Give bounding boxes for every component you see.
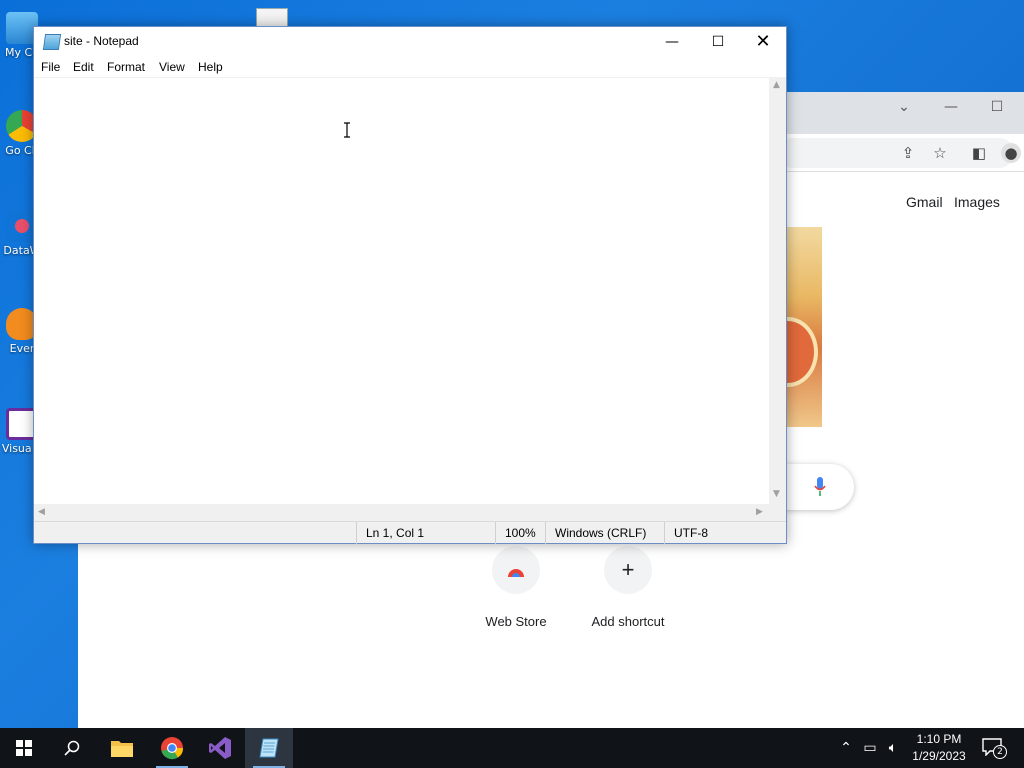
zoom-level: 100% (495, 522, 545, 544)
status-bar: Ln 1, Col 1 100% Windows (CRLF) UTF-8 (34, 521, 786, 544)
show-hidden-icons-icon[interactable]: ⌃ (836, 738, 856, 758)
document-icon[interactable] (256, 8, 288, 28)
shortcut-tile-web-store[interactable]: Web Store (461, 546, 571, 629)
google-search-box[interactable] (778, 464, 854, 510)
profile-icon[interactable]: ● (1001, 143, 1021, 163)
vertical-scrollbar[interactable]: ▲ ▼ (769, 77, 786, 504)
notepad-icon (42, 34, 62, 50)
window-title: site - Notepad (64, 34, 139, 48)
file-explorer-icon (111, 741, 133, 757)
notepad-icon (259, 738, 279, 758)
menu-view[interactable]: View (159, 60, 185, 74)
taskbar: ⌃ ▭ 🔈︎ 1:10 PM 1/29/2023 2 (0, 728, 1024, 768)
clock-time: 1:10 PM (916, 732, 962, 746)
maximize-button[interactable]: ☐ (695, 27, 741, 57)
volume-icon[interactable]: 🔈︎ (883, 738, 903, 758)
taskbar-notepad[interactable] (245, 728, 293, 768)
bookmark-star-icon[interactable]: ☆ (930, 143, 950, 163)
side-panel-icon[interactable]: ◧ (969, 143, 989, 163)
scroll-down-arrow-icon[interactable]: ▼ (773, 489, 780, 499)
menu-format[interactable]: Format (107, 60, 145, 74)
close-button[interactable]: ✕ (740, 27, 786, 57)
gmail-link[interactable]: Gmail (906, 194, 943, 210)
search-icon (64, 740, 80, 756)
menu-file[interactable]: File (41, 60, 60, 74)
text-cursor-icon (344, 122, 350, 138)
notification-count-badge: 2 (993, 745, 1007, 759)
chrome-minimize-button[interactable]: — (928, 92, 974, 122)
microphone-icon[interactable] (814, 477, 826, 497)
shortcut-label: Web Store (485, 614, 547, 629)
horizontal-scrollbar[interactable]: ◀ ▶ (34, 504, 769, 521)
clock-date: 1/29/2023 (912, 749, 966, 763)
taskbar-chrome[interactable] (148, 728, 196, 768)
taskbar-clock[interactable]: 1:10 PM 1/29/2023 (905, 731, 973, 765)
plus-icon: + (604, 546, 652, 594)
shortcut-label: Add shortcut (591, 614, 665, 629)
chrome-tab-search-icon[interactable]: ⌄ (881, 92, 927, 122)
taskbar-visual-studio[interactable] (196, 728, 244, 768)
start-button[interactable] (0, 728, 48, 768)
scroll-left-arrow-icon[interactable]: ◀ (38, 507, 45, 517)
menu-bar: File Edit Format View Help (34, 57, 786, 77)
share-icon[interactable]: ⇪ (898, 143, 918, 163)
scroll-right-arrow-icon[interactable]: ▶ (756, 507, 763, 517)
scroll-up-arrow-icon[interactable]: ▲ (773, 80, 780, 90)
minimize-button[interactable]: — (649, 27, 695, 57)
menu-help[interactable]: Help (198, 60, 223, 74)
notepad-titlebar[interactable]: site - Notepad — ☐ ✕ (34, 27, 786, 57)
windows-logo-icon (16, 740, 32, 756)
network-icon[interactable]: ▭ (860, 738, 880, 758)
web-store-icon (492, 546, 540, 594)
action-center-button[interactable]: 2 (980, 736, 1008, 760)
chrome-maximize-button[interactable]: ☐ (974, 92, 1020, 122)
shortcut-tile-add-shortcut[interactable]: + Add shortcut (573, 546, 683, 629)
text-editor[interactable] (34, 77, 769, 504)
taskbar-file-explorer[interactable] (98, 728, 146, 768)
chrome-icon (161, 737, 184, 760)
taskbar-search-button[interactable] (48, 728, 96, 768)
cursor-position: Ln 1, Col 1 (356, 522, 496, 544)
menu-edit[interactable]: Edit (73, 60, 94, 74)
images-link[interactable]: Images (954, 194, 1000, 210)
visual-studio-icon (209, 737, 231, 759)
notepad-window: site - Notepad — ☐ ✕ File Edit Format Vi… (33, 26, 787, 544)
encoding: UTF-8 (664, 522, 786, 544)
line-ending: Windows (CRLF) (545, 522, 665, 544)
size-grip[interactable] (769, 504, 786, 521)
